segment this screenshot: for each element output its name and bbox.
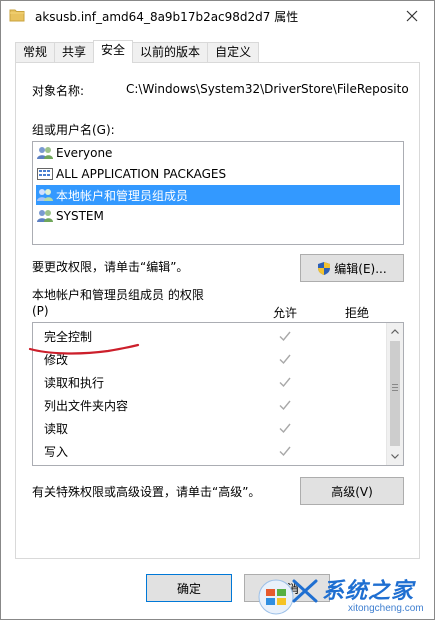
uac-shield-icon <box>317 261 331 276</box>
allow-check-icon <box>278 329 292 343</box>
permission-row-write: 写入 <box>33 440 388 463</box>
permission-row-list-folder: 列出文件夹内容 <box>33 394 388 417</box>
list-item-all-application-packages[interactable]: ALL APPLICATION PACKAGES <box>36 164 400 184</box>
allow-column-header: 允许 <box>273 306 298 320</box>
users-icon <box>36 187 54 203</box>
folder-icon <box>9 8 25 22</box>
permissions-shortcut: (P) <box>32 304 49 318</box>
app-packages-icon <box>36 166 54 182</box>
properties-dialog: aksusb.inf_amd64_8a9b17b2ac98d2d7 属性 常规 … <box>0 0 435 620</box>
list-item-system[interactable]: SYSTEM <box>36 206 400 226</box>
tab-security[interactable]: 安全 <box>93 40 134 63</box>
advanced-hint: 有关特殊权限或高级设置，请单击“高级”。 <box>32 485 261 499</box>
list-item-local-admins[interactable]: 本地帐户和管理员组成员 <box>36 185 400 205</box>
permissions-scrollbar[interactable] <box>386 323 403 465</box>
allow-check-icon <box>278 421 292 435</box>
permission-name: 写入 <box>44 445 69 459</box>
tab-customize[interactable]: 自定义 <box>207 42 260 63</box>
security-panel: 对象名称: C:\Windows\System32\DriverStore\Fi… <box>15 62 420 559</box>
groups-listbox[interactable]: Everyone ALL APPLICATION PACKAGES 本地帐户和管… <box>32 141 404 245</box>
tab-sharing[interactable]: 共享 <box>54 42 95 63</box>
edit-button-label: 编辑(E)... <box>334 261 387 276</box>
users-icon <box>36 145 54 161</box>
allow-check-icon <box>278 352 292 366</box>
edit-hint: 要更改权限，请单击“编辑”。 <box>32 260 189 274</box>
tab-strip: 常规 共享 安全 以前的版本 自定义 <box>15 40 260 63</box>
advanced-button[interactable]: 高级(V) <box>300 477 404 505</box>
site-watermark: 系统之家 xitongcheng.com <box>256 567 435 620</box>
window-title: aksusb.inf_amd64_8a9b17b2ac98d2d7 属性 <box>35 10 299 24</box>
permissions-title: 本地帐户和管理员组成员 的权限 <box>32 288 204 302</box>
list-item-everyone[interactable]: Everyone <box>36 143 400 163</box>
allow-check-icon <box>278 398 292 412</box>
permission-name: 读取和执行 <box>44 376 105 390</box>
red-underline-annotation <box>28 343 140 355</box>
users-icon <box>36 208 54 224</box>
watermark-brand: 系统之家 <box>322 578 415 603</box>
close-icon <box>406 10 418 22</box>
object-name-label: 对象名称: <box>32 84 85 98</box>
deny-column-header: 拒绝 <box>345 306 370 320</box>
permission-row-read-execute: 读取和执行 <box>33 371 388 394</box>
object-name-value: C:\Windows\System32\DriverStore\FileRepo… <box>126 82 409 96</box>
list-item-label: Everyone <box>56 146 113 160</box>
edit-button[interactable]: 编辑(E)... <box>300 254 404 282</box>
permission-name: 列出文件夹内容 <box>44 399 129 413</box>
tab-previous-versions[interactable]: 以前的版本 <box>132 42 209 63</box>
allow-check-icon <box>278 375 292 389</box>
scroll-up-icon[interactable] <box>387 323 403 340</box>
scrollbar-grip-icon <box>392 384 398 385</box>
groups-label: 组或用户名(G): <box>32 123 115 137</box>
permission-name: 读取 <box>44 422 69 436</box>
permission-row-read: 读取 <box>33 417 388 440</box>
list-item-label: ALL APPLICATION PACKAGES <box>56 167 227 181</box>
scroll-down-icon[interactable] <box>387 448 403 465</box>
allow-check-icon <box>278 444 292 458</box>
list-item-label: SYSTEM <box>56 209 104 223</box>
watermark-url: xitongcheng.com <box>348 603 424 614</box>
scrollbar-thumb[interactable] <box>390 341 400 446</box>
close-button[interactable] <box>398 5 426 27</box>
title-bar[interactable]: aksusb.inf_amd64_8a9b17b2ac98d2d7 属性 <box>1 1 434 31</box>
list-item-label: 本地帐户和管理员组成员 <box>56 188 189 203</box>
tab-general[interactable]: 常规 <box>15 42 56 63</box>
ok-button[interactable]: 确定 <box>146 574 232 602</box>
